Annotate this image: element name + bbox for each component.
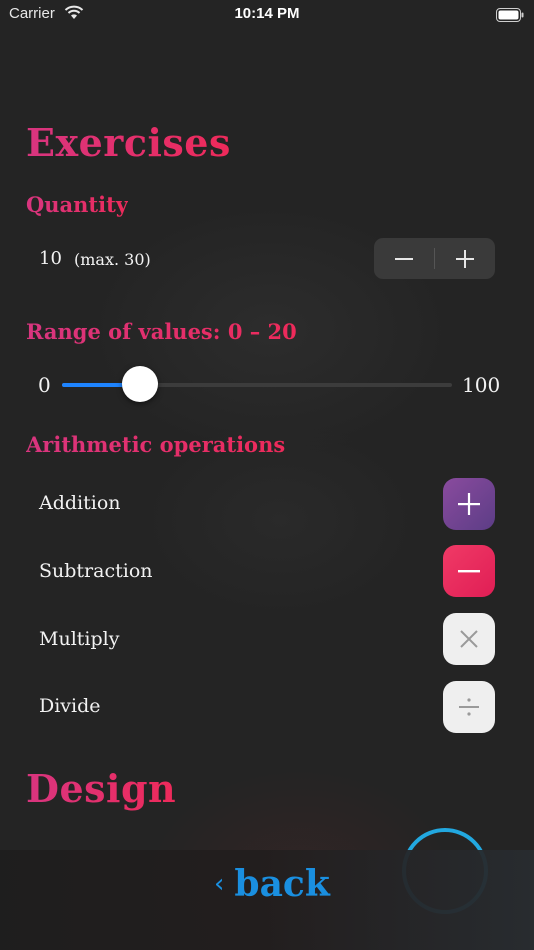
slider-max-label: 100 [462, 373, 501, 397]
status-bar: Carrier 10:14 PM [0, 0, 534, 28]
clock: 10:14 PM [234, 5, 300, 22]
slider-min-label: 0 [38, 373, 51, 397]
minus-icon [458, 570, 480, 573]
slider-thumb[interactable] [122, 366, 158, 402]
battery-icon [496, 7, 524, 26]
divide-toggle-button[interactable] [443, 681, 495, 733]
operations-label: Arithmetic operations [26, 432, 286, 457]
operation-label-addition: Addition [39, 492, 121, 514]
quantity-value: 10 [39, 248, 62, 269]
operation-label-divide: Divide [39, 695, 101, 717]
operation-label-subtraction: Subtraction [39, 560, 153, 582]
design-title: Design [26, 766, 177, 811]
quantity-label: Quantity [26, 192, 129, 217]
minus-icon [395, 257, 413, 260]
chevron-left-icon: ‹ [214, 869, 225, 899]
back-label: back [234, 863, 330, 905]
addition-toggle-button[interactable] [443, 478, 495, 530]
multiply-toggle-button[interactable] [443, 613, 495, 665]
quantity-max: (max. 30) [74, 250, 151, 269]
subtraction-toggle-button[interactable] [443, 545, 495, 597]
range-slider[interactable] [62, 383, 452, 387]
plus-icon [456, 249, 474, 268]
divide-icon [459, 698, 479, 716]
exercises-title: Exercises [26, 120, 231, 165]
decrement-button[interactable] [374, 238, 434, 279]
range-label: Range of values: 0 – 20 [26, 319, 297, 344]
operation-label-multiply: Multiply [39, 628, 120, 650]
plus-icon [458, 493, 480, 515]
back-button[interactable]: ‹ back [214, 866, 330, 902]
times-icon [460, 630, 478, 648]
quantity-stepper[interactable] [374, 238, 495, 279]
increment-button[interactable] [435, 238, 495, 279]
